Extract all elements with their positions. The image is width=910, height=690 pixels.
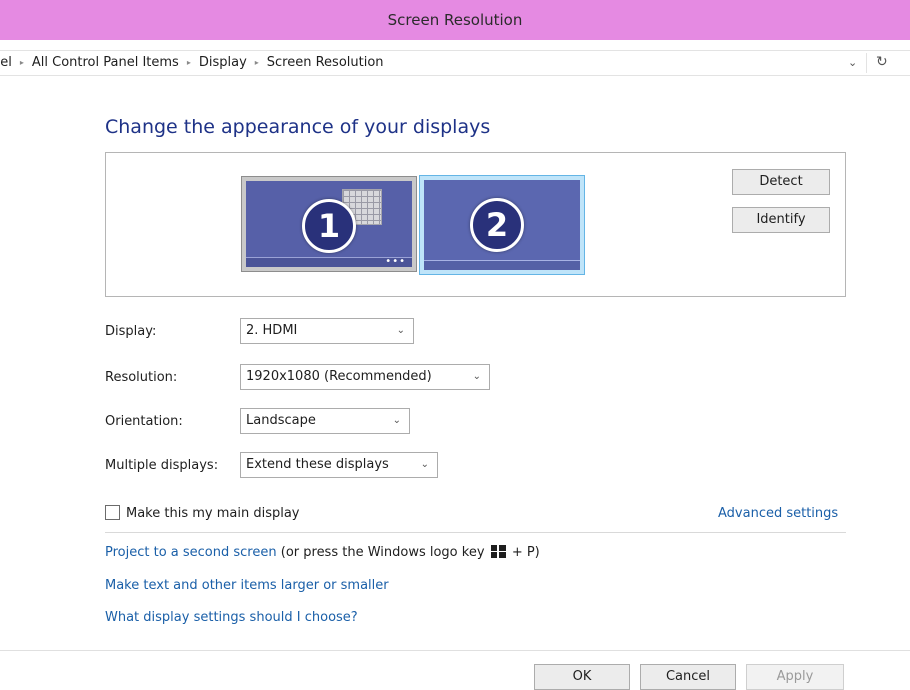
multiple-displays-select-value: Extend these displays <box>246 457 389 472</box>
chevron-down-icon[interactable]: ⌄ <box>848 56 857 69</box>
main-display-checkbox-label[interactable]: Make this my main display <box>126 506 300 521</box>
resolution-label: Resolution: <box>105 370 178 385</box>
resolution-select-value: 1920x1080 (Recommended) <box>246 369 432 384</box>
display-label: Display: <box>105 324 157 339</box>
monitor-2-number-badge: 2 <box>470 198 524 252</box>
chevron-down-icon: ⌄ <box>392 415 401 426</box>
detect-button[interactable]: Detect <box>732 169 830 195</box>
ok-button[interactable]: OK <box>534 664 630 690</box>
display-arrangement-panel: ••• 1 2 Detect Identify <box>105 152 846 297</box>
advanced-settings-link[interactable]: Advanced settings <box>718 506 838 521</box>
address-divider <box>866 53 867 73</box>
chevron-down-icon: ⌄ <box>472 371 481 382</box>
project-link-row: Project to a second screen (or press the… <box>105 545 540 560</box>
windows-logo-icon <box>490 545 506 558</box>
chevron-down-icon: ⌄ <box>420 459 429 470</box>
breadcrumb-item-screen-resolution[interactable]: Screen Resolution <box>267 55 384 70</box>
breadcrumb-separator-icon: ▸ <box>19 58 24 67</box>
page-title: Change the appearance of your displays <box>105 116 491 138</box>
orientation-select[interactable]: Landscape ⌄ <box>240 408 410 434</box>
monitor-2-taskbar <box>424 260 580 270</box>
window-title: Screen Resolution <box>387 11 523 29</box>
multiple-displays-select[interactable]: Extend these displays ⌄ <box>240 452 438 478</box>
apply-button[interactable]: Apply <box>746 664 844 690</box>
footer-divider <box>0 650 910 651</box>
more-dots-icon: ••• <box>385 256 406 267</box>
refresh-icon[interactable]: ↻ <box>876 54 888 70</box>
breadcrumb-separator-icon: ▸ <box>186 58 191 67</box>
section-divider <box>105 532 846 533</box>
breadcrumb-item-display[interactable]: Display <box>199 55 247 70</box>
project-hint-shortcut: + P) <box>511 545 540 560</box>
breadcrumb-item-all-items[interactable]: All Control Panel Items <box>32 55 179 70</box>
title-bar: Screen Resolution <box>0 0 910 40</box>
chevron-down-icon: ⌄ <box>396 325 405 336</box>
text-size-link[interactable]: Make text and other items larger or smal… <box>105 578 389 593</box>
multiple-displays-label: Multiple displays: <box>105 458 219 473</box>
orientation-label: Orientation: <box>105 414 183 429</box>
cancel-button[interactable]: Cancel <box>640 664 736 690</box>
address-bar[interactable]: nel ▸ All Control Panel Items ▸ Display ▸ Scre… <box>0 50 910 76</box>
breadcrumb-item-control-panel[interactable]: nel <box>0 55 12 70</box>
monitor-1[interactable]: ••• 1 <box>241 176 417 272</box>
project-hint-text: (or press the Windows logo key <box>280 545 485 560</box>
breadcrumb-separator-icon: ▸ <box>254 58 259 67</box>
project-to-second-screen-link[interactable]: Project to a second screen <box>105 545 277 560</box>
display-settings-help-link[interactable]: What display settings should I choose? <box>105 610 358 625</box>
main-display-checkbox[interactable] <box>105 505 120 520</box>
breadcrumb: nel ▸ All Control Panel Items ▸ Display ▸ Scre… <box>0 55 384 73</box>
monitor-1-number-badge: 1 <box>302 199 356 253</box>
display-select-value: 2. HDMI <box>246 323 298 338</box>
display-select[interactable]: 2. HDMI ⌄ <box>240 318 414 344</box>
identify-button[interactable]: Identify <box>732 207 830 233</box>
monitor-2[interactable]: 2 <box>419 175 585 275</box>
resolution-select[interactable]: 1920x1080 (Recommended) ⌄ <box>240 364 490 390</box>
orientation-select-value: Landscape <box>246 413 316 428</box>
